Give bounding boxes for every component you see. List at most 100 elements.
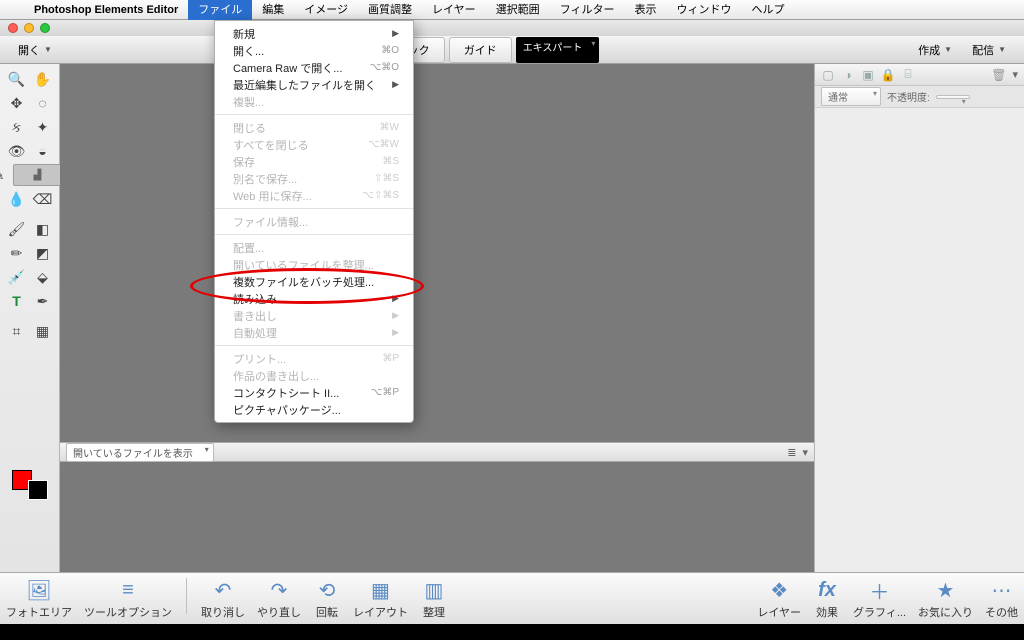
rotate-label: 回転 (316, 604, 338, 620)
new-layer-icon[interactable]: ▢ (821, 68, 835, 82)
minimize-icon[interactable] (24, 23, 34, 33)
undo-icon: ↶ (209, 578, 237, 604)
menu-item: 配置... (215, 239, 413, 256)
menu-item: 開いているファイルを整理... (215, 256, 413, 273)
open-button[interactable]: 開く ▼ (10, 40, 60, 60)
menu-item[interactable]: 複数ファイルをバッチ処理... (215, 273, 413, 290)
blend-row: 通常 不透明度: (815, 86, 1024, 108)
menu-filter[interactable]: フィルター (550, 0, 625, 20)
move-tool[interactable]: ✥ (5, 92, 29, 114)
menu-view[interactable]: 表示 (624, 0, 666, 20)
menu-enhance[interactable]: 画質調整 (358, 0, 422, 20)
menu-window[interactable]: ウィンドウ (666, 0, 741, 20)
submenu-arrow-icon: ▶ (392, 28, 399, 39)
pen-tool[interactable]: ✒ (31, 290, 55, 312)
menu-item[interactable]: コンタクトシート II...⌥⌘P (215, 384, 413, 401)
photo-bin-icon: 🖼 (25, 578, 53, 604)
photo-bin-label: フォトエリア (6, 604, 72, 620)
background-color[interactable] (28, 480, 48, 500)
menu-edit[interactable]: 編集 (252, 0, 294, 20)
eyedrop-tool[interactable]: 💉 (5, 266, 29, 288)
menu-item-label: 複製... (233, 94, 264, 110)
list-icon[interactable]: ≣ (787, 446, 796, 459)
wand-tool[interactable]: ✦ (31, 116, 55, 138)
adjust-icon[interactable]: ◑ (841, 68, 855, 82)
shortcut-label: ⌥⌘P (371, 387, 399, 398)
pencil-tool[interactable]: ✏ (5, 242, 29, 264)
shape-tool[interactable]: ▦ (31, 320, 55, 342)
menu-item-label: 新規 (233, 26, 255, 42)
type-tool[interactable]: T (5, 290, 29, 312)
photo-bin-button[interactable]: 🖼フォトエリア (6, 578, 72, 620)
lock-icon[interactable]: 🔒 (881, 68, 895, 82)
menu-file[interactable]: ファイル (188, 0, 252, 20)
crop-tool[interactable]: ⌗ (5, 320, 29, 342)
zoom-window-icon[interactable] (40, 23, 50, 33)
app-name: Photoshop Elements Editor (24, 4, 188, 16)
open-files-select[interactable]: 開いているファイルを表示 (66, 443, 214, 462)
menu-item-label: 作品の書き出し... (233, 368, 319, 384)
gradient-tool[interactable]: ◩ (31, 242, 55, 264)
menu-item-label: 複数ファイルをバッチ処理... (233, 274, 374, 290)
heal-tool[interactable]: ✎ (0, 164, 11, 186)
menu-item[interactable]: Camera Raw で開く...⌥⌘O (215, 59, 413, 76)
tab-expert[interactable]: エキスパート (516, 37, 600, 63)
rotate-button[interactable]: ⟲回転 (313, 578, 341, 620)
layers-button[interactable]: ❖レイヤー (757, 578, 801, 620)
tool-options-button[interactable]: ≡ツールオプション (84, 578, 172, 620)
sponge-tool[interactable]: ◧ (31, 218, 55, 240)
create-label: 作成 (918, 42, 940, 58)
shortcut-label: ⌘W (380, 122, 399, 133)
close-icon[interactable] (8, 23, 18, 33)
menu-item[interactable]: ピクチャパッケージ... (215, 401, 413, 418)
undo-button[interactable]: ↶取り消し (201, 578, 245, 620)
menu-item[interactable]: 読み込み▶ (215, 290, 413, 307)
tab-guided[interactable]: ガイド (449, 37, 512, 63)
zoom-tool[interactable]: 🔍 (5, 68, 29, 90)
menu-item[interactable]: 新規 ▶ (215, 25, 413, 42)
menu-item-label: 読み込み (233, 291, 277, 307)
effects-button[interactable]: fx効果 (813, 578, 841, 620)
menu-select[interactable]: 選択範囲 (486, 0, 550, 20)
file-dropdown-menu: 新規 ▶ 開く...⌘OCamera Raw で開く...⌥⌘O最近編集したファイル… (214, 20, 414, 423)
menu-help[interactable]: ヘルプ (741, 0, 794, 20)
drop-tool[interactable]: 💧 (5, 188, 29, 210)
hand-tool[interactable]: ✋ (31, 68, 55, 90)
more-button[interactable]: ⋯その他 (985, 578, 1018, 620)
create-button[interactable]: 作成 ▼ (910, 40, 960, 60)
menu-layer[interactable]: レイヤー (422, 0, 486, 20)
brush-tool[interactable]: 🖌 (5, 218, 29, 240)
eraser-tool[interactable]: ⌫ (31, 188, 55, 210)
favorites-label: お気に入り (918, 604, 973, 620)
redeye-tool[interactable]: 👁 (5, 140, 29, 162)
chevron-down-icon[interactable]: ▾ (802, 446, 808, 459)
color-swatch[interactable] (12, 470, 48, 500)
bucket-tool[interactable]: ⬙ (31, 266, 55, 288)
menu-item[interactable]: 開く...⌘O (215, 42, 413, 59)
organize-button[interactable]: ▥整理 (420, 578, 448, 620)
redo-button[interactable]: ↷やり直し (257, 578, 301, 620)
menu-separator (215, 114, 413, 115)
fx-icon: fx (813, 578, 841, 604)
favorites-button[interactable]: ★お気に入り (918, 578, 973, 620)
menu-item[interactable]: 最近編集したファイルを開く▶ (215, 76, 413, 93)
layout-button[interactable]: ▦レイアウト (353, 578, 408, 620)
spot-tool[interactable]: ◒ (31, 140, 55, 162)
panel-menu-icon[interactable]: ▾ (1012, 68, 1018, 81)
layers-icon: ❖ (765, 578, 793, 604)
marquee-tool[interactable]: ◌ (31, 92, 55, 114)
menu-separator (215, 234, 413, 235)
menu-item-label: ファイル情報... (233, 214, 308, 230)
lasso-tool[interactable]: ક (5, 116, 29, 138)
graphics-button[interactable]: ＋グラフィ... (853, 578, 906, 620)
blend-mode-select[interactable]: 通常 (821, 87, 881, 106)
menu-image[interactable]: イメージ (294, 0, 358, 20)
trash-icon[interactable]: 🗑 (991, 68, 1006, 82)
more-icon: ⋯ (988, 578, 1016, 604)
layers-panel: ▢ ◑ ▣ 🔒 ⌸ 🗑 ▾ 通常 不透明度: (814, 64, 1024, 572)
share-button[interactable]: 配信 ▼ (964, 40, 1014, 60)
opacity-select[interactable] (936, 95, 970, 99)
chevron-down-icon: ▼ (998, 45, 1006, 54)
mask-icon[interactable]: ▣ (861, 68, 875, 82)
link-icon[interactable]: ⌸ (901, 68, 915, 82)
